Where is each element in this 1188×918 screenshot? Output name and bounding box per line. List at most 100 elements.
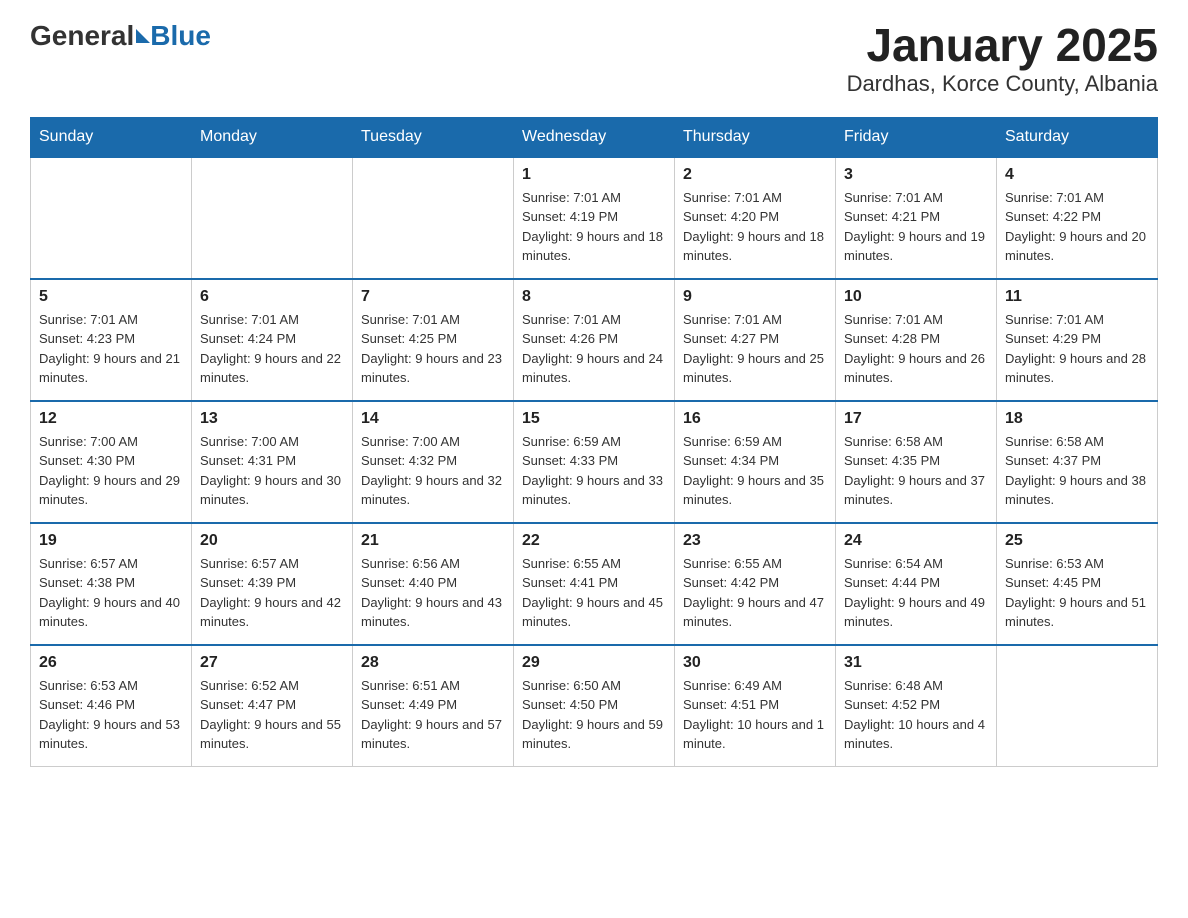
day-number: 15: [522, 410, 666, 428]
calendar-cell: 30 Sunrise: 6:49 AMSunset: 4:51 PMDayligh…: [675, 645, 836, 767]
day-info: Sunrise: 6:52 AMSunset: 4:47 PMDaylight:…: [200, 676, 344, 754]
day-number: 11: [1005, 288, 1149, 306]
day-number: 26: [39, 654, 183, 672]
calendar-cell: 18 Sunrise: 6:58 AMSunset: 4:37 PMDayligh…: [997, 401, 1158, 523]
day-number: 8: [522, 288, 666, 306]
day-info: Sunrise: 6:51 AMSunset: 4:49 PMDaylight:…: [361, 676, 505, 754]
logo: General Blue: [30, 20, 211, 52]
calendar-cell: 3 Sunrise: 7:01 AMSunset: 4:21 PMDaylight…: [836, 157, 997, 279]
day-info: Sunrise: 7:01 AMSunset: 4:20 PMDaylight:…: [683, 188, 827, 266]
day-info: Sunrise: 7:00 AMSunset: 4:30 PMDaylight:…: [39, 432, 183, 510]
day-info: Sunrise: 6:53 AMSunset: 4:45 PMDaylight:…: [1005, 554, 1149, 632]
calendar-cell: 21 Sunrise: 6:56 AMSunset: 4:40 PMDayligh…: [353, 523, 514, 645]
calendar-cell: 14 Sunrise: 7:00 AMSunset: 4:32 PMDayligh…: [353, 401, 514, 523]
day-info: Sunrise: 7:01 AMSunset: 4:29 PMDaylight:…: [1005, 310, 1149, 388]
day-number: 14: [361, 410, 505, 428]
calendar-cell: [192, 157, 353, 279]
day-number: 6: [200, 288, 344, 306]
day-number: 12: [39, 410, 183, 428]
calendar-cell: [997, 645, 1158, 767]
day-number: 29: [522, 654, 666, 672]
day-number: 27: [200, 654, 344, 672]
calendar-cell: 1Sunrise: 7:01 AMSunset: 4:19 PMDaylight…: [514, 157, 675, 279]
day-info: Sunrise: 7:01 AMSunset: 4:24 PMDaylight:…: [200, 310, 344, 388]
day-info: Sunrise: 6:49 AMSunset: 4:51 PMDaylight:…: [683, 676, 827, 754]
calendar-cell: 19Sunrise: 6:57 AMSunset: 4:38 PMDayligh…: [31, 523, 192, 645]
day-number: 23: [683, 532, 827, 550]
weekday-header: Wednesday: [514, 117, 675, 157]
calendar-table: SundayMondayTuesdayWednesdayThursdayFrid…: [30, 117, 1158, 767]
day-info: Sunrise: 6:57 AMSunset: 4:38 PMDaylight:…: [39, 554, 183, 632]
day-number: 20: [200, 532, 344, 550]
calendar-cell: 12 Sunrise: 7:00 AMSunset: 4:30 PMDayligh…: [31, 401, 192, 523]
day-number: 22: [522, 532, 666, 550]
title-block: January 2025 Dardhas, Korce County, Alba…: [847, 20, 1158, 97]
calendar-cell: 15 Sunrise: 6:59 AMSunset: 4:33 PMDayligh…: [514, 401, 675, 523]
day-info: Sunrise: 6:58 AMSunset: 4:35 PMDaylight:…: [844, 432, 988, 510]
weekday-header: Monday: [192, 117, 353, 157]
calendar-cell: 31 Sunrise: 6:48 AMSunset: 4:52 PMDayligh…: [836, 645, 997, 767]
page-subtitle: Dardhas, Korce County, Albania: [847, 71, 1158, 97]
calendar-cell: 13Sunrise: 7:00 AMSunset: 4:31 PMDayligh…: [192, 401, 353, 523]
day-info: Sunrise: 6:55 AMSunset: 4:42 PMDaylight:…: [683, 554, 827, 632]
day-info: Sunrise: 7:01 AMSunset: 4:23 PMDaylight:…: [39, 310, 183, 388]
logo-general-text: General: [30, 20, 134, 52]
day-info: Sunrise: 6:59 AMSunset: 4:34 PMDaylight:…: [683, 432, 827, 510]
day-info: Sunrise: 7:00 AMSunset: 4:32 PMDaylight:…: [361, 432, 505, 510]
day-info: Sunrise: 6:59 AMSunset: 4:33 PMDaylight:…: [522, 432, 666, 510]
calendar-week-row: 12 Sunrise: 7:00 AMSunset: 4:30 PMDayligh…: [31, 401, 1158, 523]
calendar-cell: 11 Sunrise: 7:01 AMSunset: 4:29 PMDayligh…: [997, 279, 1158, 401]
day-number: 21: [361, 532, 505, 550]
calendar-week-row: 19Sunrise: 6:57 AMSunset: 4:38 PMDayligh…: [31, 523, 1158, 645]
day-info: Sunrise: 6:58 AMSunset: 4:37 PMDaylight:…: [1005, 432, 1149, 510]
calendar-cell: 22Sunrise: 6:55 AMSunset: 4:41 PMDayligh…: [514, 523, 675, 645]
page-title: January 2025: [847, 20, 1158, 71]
calendar-cell: 27 Sunrise: 6:52 AMSunset: 4:47 PMDayligh…: [192, 645, 353, 767]
day-number: 28: [361, 654, 505, 672]
calendar-cell: 28 Sunrise: 6:51 AMSunset: 4:49 PMDayligh…: [353, 645, 514, 767]
day-number: 31: [844, 654, 988, 672]
page-header: General Blue January 2025 Dardhas, Korce…: [30, 20, 1158, 97]
day-number: 30: [683, 654, 827, 672]
day-number: 3: [844, 166, 988, 184]
weekday-header: Saturday: [997, 117, 1158, 157]
day-info: Sunrise: 7:01 AMSunset: 4:22 PMDaylight:…: [1005, 188, 1149, 266]
calendar-cell: 25Sunrise: 6:53 AMSunset: 4:45 PMDayligh…: [997, 523, 1158, 645]
day-number: 5: [39, 288, 183, 306]
logo-blue-text: Blue: [150, 20, 211, 52]
day-number: 7: [361, 288, 505, 306]
calendar-week-row: 26Sunrise: 6:53 AMSunset: 4:46 PMDayligh…: [31, 645, 1158, 767]
calendar-cell: 24Sunrise: 6:54 AMSunset: 4:44 PMDayligh…: [836, 523, 997, 645]
calendar-cell: 23 Sunrise: 6:55 AMSunset: 4:42 PMDayligh…: [675, 523, 836, 645]
calendar-week-row: 5 Sunrise: 7:01 AMSunset: 4:23 PMDaylight…: [31, 279, 1158, 401]
calendar-cell: 20Sunrise: 6:57 AMSunset: 4:39 PMDayligh…: [192, 523, 353, 645]
calendar-week-row: 1Sunrise: 7:01 AMSunset: 4:19 PMDaylight…: [31, 157, 1158, 279]
calendar-cell: 10Sunrise: 7:01 AMSunset: 4:28 PMDayligh…: [836, 279, 997, 401]
day-number: 9: [683, 288, 827, 306]
day-info: Sunrise: 6:56 AMSunset: 4:40 PMDaylight:…: [361, 554, 505, 632]
day-info: Sunrise: 6:48 AMSunset: 4:52 PMDaylight:…: [844, 676, 988, 754]
calendar-cell: 17 Sunrise: 6:58 AMSunset: 4:35 PMDayligh…: [836, 401, 997, 523]
calendar-body: 1Sunrise: 7:01 AMSunset: 4:19 PMDaylight…: [31, 157, 1158, 767]
day-info: Sunrise: 7:01 AMSunset: 4:19 PMDaylight:…: [522, 188, 666, 266]
day-info: Sunrise: 7:01 AMSunset: 4:25 PMDaylight:…: [361, 310, 505, 388]
calendar-cell: [353, 157, 514, 279]
calendar-header: SundayMondayTuesdayWednesdayThursdayFrid…: [31, 117, 1158, 157]
calendar-cell: 5 Sunrise: 7:01 AMSunset: 4:23 PMDaylight…: [31, 279, 192, 401]
day-info: Sunrise: 7:01 AMSunset: 4:27 PMDaylight:…: [683, 310, 827, 388]
calendar-cell: 7 Sunrise: 7:01 AMSunset: 4:25 PMDaylight…: [353, 279, 514, 401]
day-number: 18: [1005, 410, 1149, 428]
calendar-cell: 6 Sunrise: 7:01 AMSunset: 4:24 PMDaylight…: [192, 279, 353, 401]
calendar-cell: 2Sunrise: 7:01 AMSunset: 4:20 PMDaylight…: [675, 157, 836, 279]
weekday-header: Sunday: [31, 117, 192, 157]
weekday-header: Thursday: [675, 117, 836, 157]
weekday-header: Friday: [836, 117, 997, 157]
day-number: 24: [844, 532, 988, 550]
day-number: 4: [1005, 166, 1149, 184]
logo-triangle-icon: [136, 29, 150, 43]
day-number: 17: [844, 410, 988, 428]
day-number: 16: [683, 410, 827, 428]
day-info: Sunrise: 7:01 AMSunset: 4:21 PMDaylight:…: [844, 188, 988, 266]
calendar-cell: 26Sunrise: 6:53 AMSunset: 4:46 PMDayligh…: [31, 645, 192, 767]
day-info: Sunrise: 6:50 AMSunset: 4:50 PMDaylight:…: [522, 676, 666, 754]
